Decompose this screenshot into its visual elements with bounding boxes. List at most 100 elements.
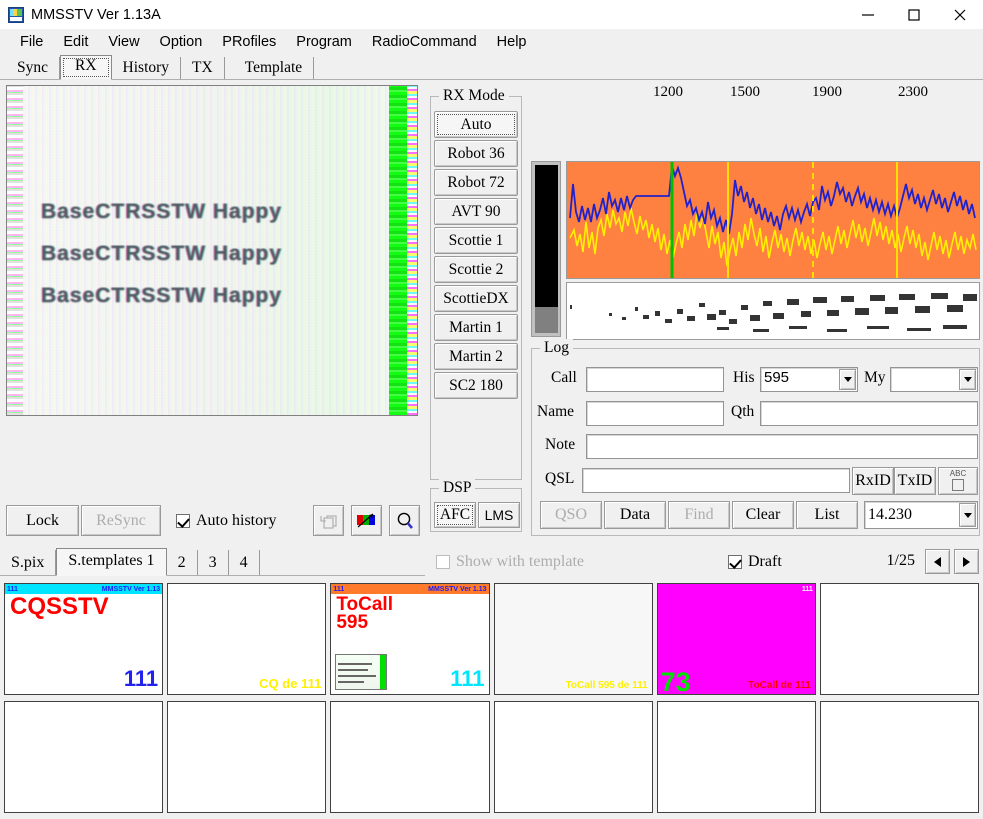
- tab-history[interactable]: History: [111, 57, 182, 80]
- data-button[interactable]: Data: [604, 501, 666, 529]
- dsp-button-afc[interactable]: AFC: [434, 502, 476, 528]
- frequency-value: 14.230: [868, 506, 912, 523]
- rx-mode-button-scottiedx[interactable]: ScottieDX: [434, 285, 518, 312]
- frequency-chevron-down-icon[interactable]: [959, 503, 976, 527]
- rx-mode-button-sc2180[interactable]: SC2 180: [434, 372, 518, 399]
- auto-history-checkbox[interactable]: Auto history: [176, 512, 276, 530]
- name-input[interactable]: [586, 401, 724, 426]
- find-button[interactable]: Find: [668, 501, 730, 529]
- rx-mode-button-martin2[interactable]: Martin 2: [434, 343, 518, 370]
- his-label: His: [733, 369, 755, 386]
- thumb-2-corner-text: CQ de 111: [259, 676, 322, 691]
- template-thumbnail-1[interactable]: 111 MMSSTV Ver 1.13 CQSSTV 111: [4, 583, 164, 695]
- rx-image-right-artifact: [407, 86, 417, 415]
- show-with-template-checkbox[interactable]: Show with template: [436, 553, 584, 571]
- template-next-button[interactable]: [954, 549, 979, 574]
- menu-item-file[interactable]: File: [10, 32, 53, 52]
- rx-mode-button-auto[interactable]: Auto: [434, 111, 518, 138]
- log-label: Log: [540, 339, 573, 357]
- template-thumbnail-3[interactable]: 111 MMSSTV Ver 1.13 ToCall 595 111: [330, 583, 490, 695]
- menu-item-radiocommand[interactable]: RadioCommand: [362, 32, 487, 52]
- draft-checkbox[interactable]: Draft: [728, 553, 782, 571]
- copy-pages-icon[interactable]: [313, 505, 344, 536]
- template-thumbnail-11[interactable]: [656, 701, 816, 813]
- my-chevron-down-icon[interactable]: [959, 369, 976, 390]
- abc-checkbox-icon: [952, 479, 964, 491]
- rx-image-canvas[interactable]: BaseCTRSSTW Happy BaseCTRSSTW Happy Base…: [6, 85, 418, 416]
- thumb-5-title: 73: [660, 667, 691, 695]
- template-thumbnail-2[interactable]: CQ de 111: [167, 583, 327, 695]
- thumb-3-title: ToCall 595: [336, 594, 393, 633]
- template-thumbnail-10[interactable]: [493, 701, 653, 813]
- template-thumbnail-9[interactable]: [330, 701, 490, 813]
- txid-button[interactable]: TxID: [894, 467, 936, 495]
- bottom-tab-3[interactable]: 3: [198, 550, 229, 576]
- qsl-label: QSL: [545, 470, 575, 487]
- template-thumbnail-6[interactable]: [819, 583, 979, 695]
- qsl-input[interactable]: [582, 468, 850, 493]
- template-thumbnail-grid: 111 MMSSTV Ver 1.13 CQSSTV 111 CQ de 111…: [0, 577, 983, 819]
- tab-sync[interactable]: Sync: [6, 57, 60, 80]
- menu-item-profiles[interactable]: PRofiles: [212, 32, 286, 52]
- note-input[interactable]: [586, 434, 978, 459]
- rgb-levels-icon[interactable]: [351, 505, 382, 536]
- spectrum-display[interactable]: [566, 161, 980, 279]
- clear-button[interactable]: Clear: [732, 501, 794, 529]
- tab-template[interactable]: Template: [233, 57, 315, 80]
- window-controls: [845, 0, 983, 29]
- thumb-3-embedded-image: [335, 654, 388, 690]
- rxid-button[interactable]: RxID: [852, 467, 894, 495]
- maximize-icon[interactable]: [891, 0, 937, 29]
- rx-image-left-artifact: [7, 86, 23, 415]
- call-input[interactable]: [586, 367, 724, 392]
- template-thumbnail-5[interactable]: 111 73 ToCall de 111: [656, 583, 816, 695]
- rx-mode-button-martin1[interactable]: Martin 1: [434, 314, 518, 341]
- bottom-tab-stemplates1[interactable]: S.templates 1: [56, 548, 167, 576]
- rx-mode-button-scottie1[interactable]: Scottie 1: [434, 227, 518, 254]
- tab-rx[interactable]: RX: [60, 55, 112, 80]
- spectrum-tick-2300: 2300: [898, 84, 928, 100]
- rx-mode-button-robot72[interactable]: Robot 72: [434, 169, 518, 196]
- frequency-combo[interactable]: 14.230: [864, 501, 978, 529]
- template-thumbnail-12[interactable]: [819, 701, 979, 813]
- rx-mode-label: RX Mode: [439, 87, 509, 105]
- tab-tx[interactable]: TX: [181, 57, 225, 80]
- close-icon[interactable]: [937, 0, 983, 29]
- list-button[interactable]: List: [796, 501, 858, 529]
- menu-item-program[interactable]: Program: [286, 32, 362, 52]
- qso-button[interactable]: QSO: [540, 501, 602, 529]
- rx-mode-button-scottie2[interactable]: Scottie 2: [434, 256, 518, 283]
- auto-history-checkbox-box: [176, 514, 190, 528]
- menu-item-option[interactable]: Option: [150, 32, 213, 52]
- my-combo[interactable]: [890, 367, 978, 392]
- thumb-1-corner-text: 111: [123, 666, 159, 691]
- dsp-button-lms[interactable]: LMS: [478, 502, 520, 528]
- rx-control-bar: Lock ReSync Auto history: [6, 505, 420, 540]
- template-page-indicator: 1/25: [886, 552, 915, 569]
- his-chevron-down-icon[interactable]: [839, 369, 856, 390]
- template-thumbnail-7[interactable]: [4, 701, 164, 813]
- template-prev-button[interactable]: [925, 549, 950, 574]
- thumb-3-corner-text: 111: [450, 666, 485, 691]
- bottom-tab-spix[interactable]: S.pix: [0, 550, 57, 576]
- menu-item-view[interactable]: View: [98, 32, 149, 52]
- bottom-tab-4[interactable]: 4: [229, 550, 260, 576]
- menu-item-edit[interactable]: Edit: [53, 32, 98, 52]
- rx-image-text-line-1: BaseCTRSSTW Happy: [41, 200, 283, 223]
- lock-button[interactable]: Lock: [6, 505, 79, 536]
- resync-button[interactable]: ReSync: [81, 505, 161, 536]
- template-thumbnail-4[interactable]: ToCall 595 de 111: [493, 583, 653, 695]
- abc-button[interactable]: ABC: [938, 467, 978, 495]
- bottom-tab-2[interactable]: 2: [167, 550, 198, 576]
- minimize-icon[interactable]: [845, 0, 891, 29]
- his-combo[interactable]: 595: [760, 367, 858, 392]
- auto-history-label: Auto history: [196, 512, 277, 529]
- menu-item-help[interactable]: Help: [487, 32, 537, 52]
- rx-mode-button-robot36[interactable]: Robot 36: [434, 140, 518, 167]
- magnifier-icon[interactable]: [389, 505, 420, 536]
- template-thumbnail-8[interactable]: [167, 701, 327, 813]
- qth-input[interactable]: [760, 401, 978, 426]
- rx-mode-button-avt90[interactable]: AVT 90: [434, 198, 518, 225]
- waterfall-display[interactable]: [566, 282, 980, 340]
- top-tab-strip: Sync RX History TX Template: [0, 54, 983, 80]
